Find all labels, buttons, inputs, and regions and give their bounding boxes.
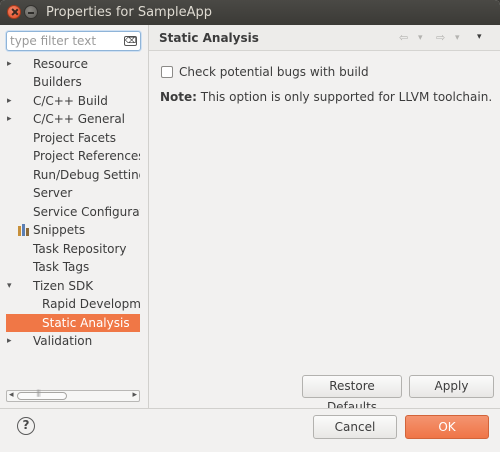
clear-filter-icon[interactable]: ⌫ bbox=[124, 36, 137, 46]
dialog-footer: ? Cancel OK bbox=[0, 409, 500, 452]
tree-item-label: Task Tags bbox=[33, 260, 90, 274]
navigation-panel: ⌫ ▸ Resource Builders ▸ C/C++ Build ▸ C/… bbox=[0, 25, 148, 408]
scroll-left-arrow-icon[interactable]: ◂ bbox=[9, 390, 14, 400]
tree-item-label: Resource bbox=[33, 57, 89, 71]
tree-item-label: C/C++ General bbox=[33, 112, 126, 126]
tree-item-static-analysis[interactable]: Static Analysis bbox=[6, 314, 140, 332]
expand-arrow-icon[interactable]: ▸ bbox=[7, 332, 17, 350]
tree-item-label: Snippets bbox=[33, 223, 86, 237]
snippets-icon bbox=[18, 224, 30, 236]
filter-field[interactable]: ⌫ bbox=[6, 31, 141, 51]
tree-item-task-tags[interactable]: Task Tags bbox=[6, 258, 140, 276]
tree-item-label: Run/Debug Settings bbox=[33, 168, 140, 182]
minimize-window-button[interactable] bbox=[24, 5, 38, 19]
property-page: Static Analysis ⇦ ▾ ⇨ ▾ ▾ Check potentia… bbox=[149, 25, 500, 414]
llvm-note: Note: This option is only supported for … bbox=[160, 89, 492, 105]
property-page-tree: ▸ Resource Builders ▸ C/C++ Build ▸ C/C+… bbox=[0, 55, 148, 390]
expand-arrow-icon[interactable]: ▸ bbox=[7, 92, 17, 110]
apply-button[interactable]: Apply bbox=[409, 375, 494, 398]
tree-item-label: Project References bbox=[33, 149, 140, 163]
tree-item-label: Tizen SDK bbox=[33, 279, 94, 293]
properties-dialog: Properties for SampleApp ⌫ ▸ Resource Bu… bbox=[0, 0, 500, 452]
tree-item-project-references[interactable]: Project References bbox=[6, 147, 140, 165]
scroll-right-arrow-icon[interactable]: ▸ bbox=[132, 390, 137, 400]
help-icon[interactable]: ? bbox=[17, 417, 35, 435]
tree-item-label: C/C++ Build bbox=[33, 94, 108, 108]
window-title: Properties for SampleApp bbox=[46, 5, 212, 20]
check-bugs-label[interactable]: Check potential bugs with build bbox=[179, 64, 369, 80]
page-header: Static Analysis ⇦ ▾ ⇨ ▾ ▾ bbox=[149, 25, 500, 51]
tree-item-rapid-development[interactable]: Rapid Development bbox=[6, 295, 140, 313]
note-prefix: Note: bbox=[160, 90, 197, 104]
tree-item-snippets[interactable]: Snippets bbox=[6, 221, 140, 239]
tree-horizontal-scrollbar[interactable]: ◂ ▸ bbox=[6, 389, 140, 402]
tree-item-cpp-general[interactable]: ▸ C/C++ General bbox=[6, 110, 140, 128]
tree-item-tizen-sdk[interactable]: ▾ Tizen SDK bbox=[6, 277, 140, 295]
tree-item-builders[interactable]: Builders bbox=[6, 73, 140, 91]
restore-defaults-button[interactable]: Restore Defaults bbox=[302, 375, 402, 414]
tree-item-label: Rapid Development bbox=[42, 297, 140, 311]
tree-item-label: Validation bbox=[33, 334, 93, 348]
forward-arrow-icon[interactable]: ⇨ bbox=[436, 31, 445, 44]
back-arrow-icon[interactable]: ⇦ bbox=[399, 31, 408, 44]
tree-item-label: Static Analysis bbox=[42, 316, 130, 330]
titlebar: Properties for SampleApp bbox=[0, 0, 500, 25]
tree-item-resource[interactable]: ▸ Resource bbox=[6, 55, 140, 73]
collapse-arrow-icon[interactable]: ▾ bbox=[7, 277, 17, 295]
cancel-button[interactable]: Cancel bbox=[313, 415, 397, 439]
expand-arrow-icon[interactable]: ▸ bbox=[7, 110, 17, 128]
view-menu-icon[interactable]: ▾ bbox=[477, 32, 482, 42]
forward-history-dropdown-icon[interactable]: ▾ bbox=[455, 33, 460, 43]
tree-item-cpp-build[interactable]: ▸ C/C++ Build bbox=[6, 92, 140, 110]
tree-item-label: Project Facets bbox=[33, 131, 116, 145]
expand-arrow-icon[interactable]: ▸ bbox=[7, 55, 17, 73]
filter-input[interactable] bbox=[10, 33, 120, 49]
note-text: This option is only supported for LLVM t… bbox=[196, 90, 493, 104]
scrollbar-thumb[interactable] bbox=[17, 389, 67, 400]
page-title: Static Analysis bbox=[159, 31, 259, 45]
back-history-dropdown-icon[interactable]: ▾ bbox=[418, 33, 423, 43]
tree-item-project-facets[interactable]: Project Facets bbox=[6, 129, 140, 147]
tree-item-label: Builders bbox=[33, 75, 82, 89]
tree-item-server[interactable]: Server bbox=[6, 184, 140, 202]
tree-item-label: Task Repository bbox=[33, 242, 127, 256]
tree-item-service-configuration[interactable]: Service Configuration bbox=[6, 203, 140, 221]
tree-item-run-debug-settings[interactable]: Run/Debug Settings bbox=[6, 166, 140, 184]
ok-button[interactable]: OK bbox=[405, 415, 489, 439]
tree-item-validation[interactable]: ▸ Validation bbox=[6, 332, 140, 350]
check-bugs-checkbox[interactable] bbox=[161, 66, 173, 78]
close-window-button[interactable] bbox=[7, 5, 21, 19]
tree-item-task-repository[interactable]: Task Repository bbox=[6, 240, 140, 258]
tree-item-label: Service Configuration bbox=[33, 205, 140, 219]
tree-item-label: Server bbox=[33, 186, 73, 200]
